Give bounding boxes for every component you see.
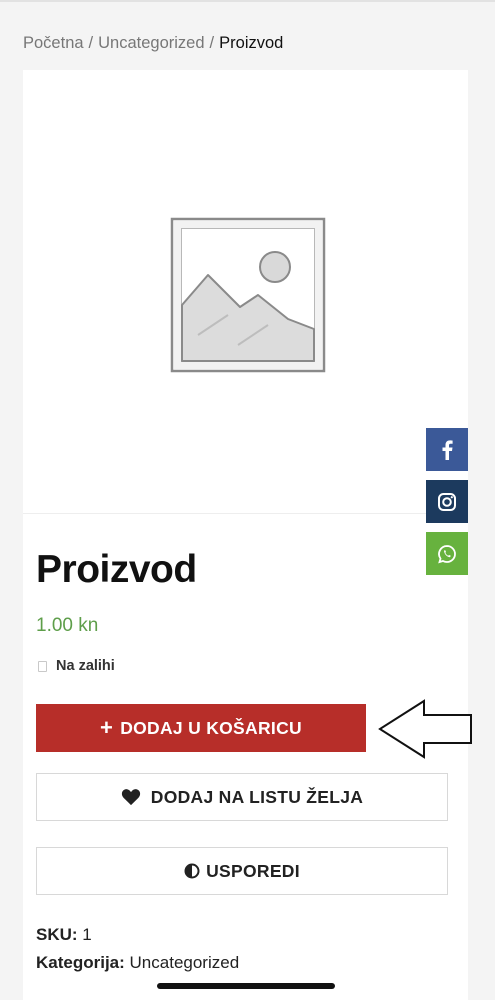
sku-label: SKU: xyxy=(36,925,78,944)
arrow-left-icon xyxy=(378,699,472,759)
compare-button[interactable]: USPOREDI xyxy=(36,847,448,895)
wishlist-label: DODAJ NA LISTU ŽELJA xyxy=(150,786,364,807)
category-row: Kategorija: Uncategorized xyxy=(36,953,239,973)
image-placeholder-icon xyxy=(170,217,326,373)
add-to-cart-label: DODAJ U KOŠARICU xyxy=(120,717,302,738)
product-title: Proizvod xyxy=(36,548,197,591)
top-divider xyxy=(0,0,495,2)
whatsapp-share-button[interactable] xyxy=(426,532,468,575)
compare-label: USPOREDI xyxy=(206,860,300,881)
product-image[interactable] xyxy=(23,70,468,514)
instagram-share-button[interactable] xyxy=(426,480,468,523)
add-to-cart-button[interactable]: + DODAJ U KOŠARICU xyxy=(36,704,366,752)
sku-row: SKU: 1 xyxy=(36,925,92,945)
facebook-icon xyxy=(442,439,453,460)
breadcrumb: Početna / Uncategorized / Proizvod xyxy=(23,34,283,53)
home-indicator xyxy=(157,983,335,989)
whatsapp-icon xyxy=(438,544,456,563)
breadcrumb-separator: / xyxy=(209,34,215,52)
stock-status: Na zalihi xyxy=(36,658,115,674)
product-card: Proizvod 1.00 kn Na zalihi + DODAJ U KOŠ… xyxy=(23,70,468,1000)
category-label: Kategorija: xyxy=(36,953,125,972)
plus-icon: + xyxy=(100,715,114,740)
product-price: 1.00 kn xyxy=(36,615,99,636)
half-circle-icon xyxy=(184,863,200,879)
heart-icon xyxy=(121,789,140,806)
breadcrumb-separator: / xyxy=(88,34,94,52)
add-to-wishlist-button[interactable]: DODAJ NA LISTU ŽELJA xyxy=(36,773,448,821)
breadcrumb-category-link[interactable]: Uncategorized xyxy=(98,34,204,52)
stock-check-icon xyxy=(38,660,47,672)
facebook-share-button[interactable] xyxy=(426,428,468,471)
breadcrumb-current: Proizvod xyxy=(219,34,284,52)
category-link[interactable]: Uncategorized xyxy=(130,953,240,972)
breadcrumb-home-link[interactable]: Početna xyxy=(23,34,84,52)
stock-label: Na zalihi xyxy=(56,658,115,674)
instagram-icon xyxy=(438,492,456,511)
sku-value: 1 xyxy=(82,925,92,944)
